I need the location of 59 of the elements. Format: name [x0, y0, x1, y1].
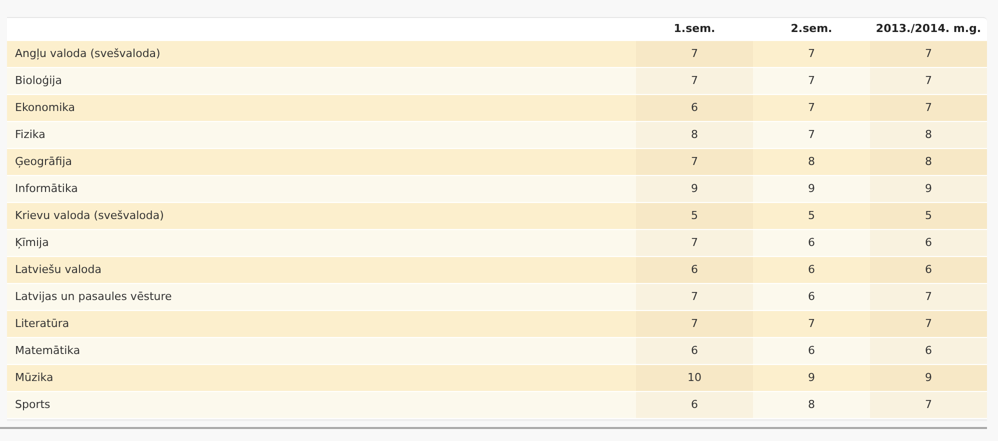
- subject-cell: Latvijas un pasaules vēsture: [7, 284, 636, 310]
- grade-cell: 8: [753, 392, 870, 418]
- grade-cell: 9: [870, 176, 987, 202]
- grade-cell: 7: [870, 284, 987, 310]
- grade-cell: 5: [636, 203, 753, 229]
- grade-cell: 5: [870, 203, 987, 229]
- grade-cell: 7: [753, 122, 870, 148]
- grade-cell: 6: [636, 338, 753, 364]
- grade-cell: 7: [636, 311, 753, 337]
- grade-cell: 6: [636, 257, 753, 283]
- grade-cell: 7: [636, 68, 753, 94]
- grade-cell: 10: [636, 365, 753, 391]
- subject-cell: Ekonomika: [7, 95, 636, 121]
- grade-cell: 6: [636, 95, 753, 121]
- grade-cell: 7: [753, 95, 870, 121]
- grade-cell: 7: [753, 41, 870, 67]
- grade-cell: 8: [636, 122, 753, 148]
- grade-cell: 9: [753, 365, 870, 391]
- grade-cell: 7: [870, 95, 987, 121]
- grade-cell: 7: [636, 41, 753, 67]
- grade-cell: 6: [753, 257, 870, 283]
- grade-cell: 6: [753, 284, 870, 310]
- grade-cell: 5: [753, 203, 870, 229]
- grade-cell: 6: [870, 257, 987, 283]
- column-header: 2013./2014. m.g.: [874, 21, 982, 38]
- subject-cell: Fizika: [7, 122, 636, 148]
- grade-cell: 7: [870, 311, 987, 337]
- grade-cell: 8: [753, 149, 870, 175]
- column-header: 2.sem.: [790, 21, 834, 38]
- subject-cell: Ģeogrāfija: [7, 149, 636, 175]
- grade-cell: 9: [870, 365, 987, 391]
- subject-cell: Literatūra: [7, 311, 636, 337]
- subject-cell: Informātika: [7, 176, 636, 202]
- column-header: 1.sem.: [672, 21, 716, 38]
- grade-cell: 6: [870, 230, 987, 256]
- grade-cell: 7: [636, 284, 753, 310]
- grade-cell: 7: [870, 392, 987, 418]
- grade-cell: 6: [636, 392, 753, 418]
- grade-cell: 6: [870, 338, 987, 364]
- grade-cell: 8: [870, 122, 987, 148]
- subject-cell: Latviešu valoda: [7, 257, 636, 283]
- grade-cell: 7: [636, 230, 753, 256]
- grade-cell: 9: [636, 176, 753, 202]
- grade-cell: 7: [636, 149, 753, 175]
- subject-cell: Sports: [7, 392, 636, 418]
- grade-cell: 9: [753, 176, 870, 202]
- subject-cell: Ķīmija: [7, 230, 636, 256]
- grade-cell: 7: [870, 68, 987, 94]
- grade-cell: 7: [753, 311, 870, 337]
- grade-cell: 6: [753, 338, 870, 364]
- subject-cell: Matemātika: [7, 338, 636, 364]
- grade-cell: 8: [870, 149, 987, 175]
- subject-cell: Bioloģija: [7, 68, 636, 94]
- subject-cell: Mūzika: [7, 365, 636, 391]
- grade-cell: 7: [870, 41, 987, 67]
- grade-cell: 6: [753, 230, 870, 256]
- subject-cell: Angļu valoda (svešvaloda): [7, 41, 636, 67]
- subject-cell: Krievu valoda (svešvaloda): [7, 203, 636, 229]
- grade-cell: 7: [753, 68, 870, 94]
